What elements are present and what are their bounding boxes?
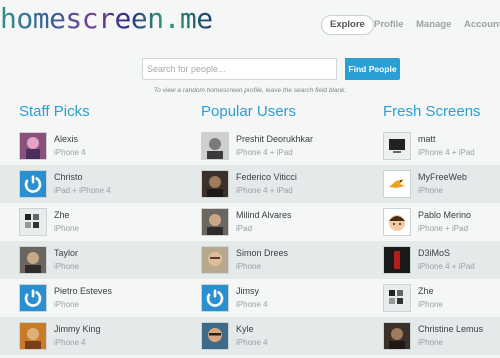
user-entry[interactable]: Alexis iPhone 4	[19, 132, 169, 164]
user-name[interactable]: Zhe	[418, 286, 434, 296]
find-people-button[interactable]: Find People	[345, 58, 400, 80]
top-nav: Explore Profile Manage Account	[0, 15, 500, 35]
power-icon[interactable]	[19, 170, 47, 198]
user-device: iPhone 4 + iPad	[236, 148, 293, 157]
user-device: iPhone	[418, 338, 443, 347]
user-entry[interactable]: Zhe iPhone	[19, 208, 169, 240]
power-icon[interactable]	[19, 284, 47, 312]
nav-profile[interactable]: Profile	[374, 15, 404, 35]
user-device: iPhone 4 + iPad	[418, 262, 475, 271]
avatar[interactable]	[201, 170, 229, 198]
avatar[interactable]	[201, 208, 229, 236]
user-entry[interactable]: Taylor iPhone	[19, 246, 169, 278]
nav-manage[interactable]: Manage	[416, 15, 451, 35]
staff-picks-title: Staff Picks	[19, 103, 90, 120]
user-name[interactable]: MyFreeWeb	[418, 172, 467, 182]
user-device: iPhone	[236, 262, 261, 271]
user-name[interactable]: Kyle	[236, 324, 254, 334]
avatar[interactable]	[19, 322, 47, 350]
user-device: iPhone 4	[54, 338, 86, 347]
user-name[interactable]: Jimsy	[236, 286, 259, 296]
avatar[interactable]	[383, 132, 411, 160]
avatar[interactable]	[383, 246, 411, 274]
user-name[interactable]: matt	[418, 134, 436, 144]
power-icon[interactable]	[201, 284, 229, 312]
user-entry[interactable]: Christine Lemus iPhone	[383, 322, 500, 354]
user-device: iPhone 4 + iPad	[418, 148, 475, 157]
user-device: iPhone	[54, 300, 79, 309]
user-entry[interactable]: Jimsy iPhone 4	[201, 284, 351, 316]
user-entry[interactable]: Preshit Deorukhkar iPhone 4 + iPad	[201, 132, 351, 164]
avatar[interactable]	[19, 132, 47, 160]
user-name[interactable]: Jimmy King	[54, 324, 101, 334]
user-entry[interactable]: Pablo Merino iPhone + iPad	[383, 208, 500, 240]
user-device: iPhone 4 + iPad	[236, 186, 293, 195]
user-name[interactable]: Taylor	[54, 248, 78, 258]
avatar[interactable]	[383, 284, 411, 312]
user-device: iPad + iPhone 4	[54, 186, 111, 195]
user-name[interactable]: Christine Lemus	[418, 324, 483, 334]
popular-users-title: Popular Users	[201, 103, 297, 120]
user-entry[interactable]: Christo iPad + iPhone 4	[19, 170, 169, 202]
avatar[interactable]	[383, 208, 411, 236]
user-device: iPhone 4	[54, 148, 86, 157]
user-entry[interactable]: Jimmy King iPhone 4	[19, 322, 169, 354]
user-name[interactable]: Milind Alvares	[236, 210, 292, 220]
user-entry[interactable]: Zhe iPhone	[383, 284, 500, 316]
user-entry[interactable]: matt iPhone 4 + iPad	[383, 132, 500, 164]
avatar[interactable]	[201, 322, 229, 350]
user-device: iPhone	[418, 186, 443, 195]
bird-icon[interactable]	[383, 170, 411, 198]
user-name[interactable]: Pietro Esteves	[54, 286, 112, 296]
user-device: iPhone 4	[236, 300, 268, 309]
search-hint: To view a random homescreen profile, lea…	[153, 87, 347, 94]
avatar[interactable]	[19, 208, 47, 236]
fresh-screens-title: Fresh Screens	[383, 103, 481, 120]
nav-explore[interactable]: Explore	[321, 15, 374, 35]
user-device: iPhone + iPad	[418, 224, 469, 233]
user-name[interactable]: Pablo Merino	[418, 210, 471, 220]
user-entry[interactable]: Pietro Esteves iPhone	[19, 284, 169, 316]
user-name[interactable]: Christo	[54, 172, 83, 182]
user-name[interactable]: Zhe	[54, 210, 70, 220]
user-name[interactable]: Simon Drees	[236, 248, 288, 258]
user-entry[interactable]: Kyle iPhone 4	[201, 322, 351, 354]
avatar[interactable]	[383, 322, 411, 350]
user-device: iPhone	[54, 224, 79, 233]
search-input[interactable]	[142, 58, 337, 80]
user-name[interactable]: Preshit Deorukhkar	[236, 134, 313, 144]
user-name[interactable]: Federico Viticci	[236, 172, 297, 182]
user-entry[interactable]: Federico Viticci iPhone 4 + iPad	[201, 170, 351, 202]
user-entry[interactable]: Simon Drees iPhone	[201, 246, 351, 278]
avatar[interactable]	[201, 246, 229, 274]
user-name[interactable]: D3iMoS	[418, 248, 450, 258]
user-entry[interactable]: D3iMoS iPhone 4 + iPad	[383, 246, 500, 278]
user-entry[interactable]: Milind Alvares iPad	[201, 208, 351, 240]
avatar[interactable]	[201, 132, 229, 160]
user-device: iPhone	[54, 262, 79, 271]
user-device: iPad	[236, 224, 253, 233]
avatar[interactable]	[19, 246, 47, 274]
user-name[interactable]: Alexis	[54, 134, 78, 144]
nav-account[interactable]: Account	[464, 15, 500, 35]
user-entry[interactable]: MyFreeWeb iPhone	[383, 170, 500, 202]
user-device: iPhone 4	[236, 338, 268, 347]
user-device: iPhone	[418, 300, 443, 309]
